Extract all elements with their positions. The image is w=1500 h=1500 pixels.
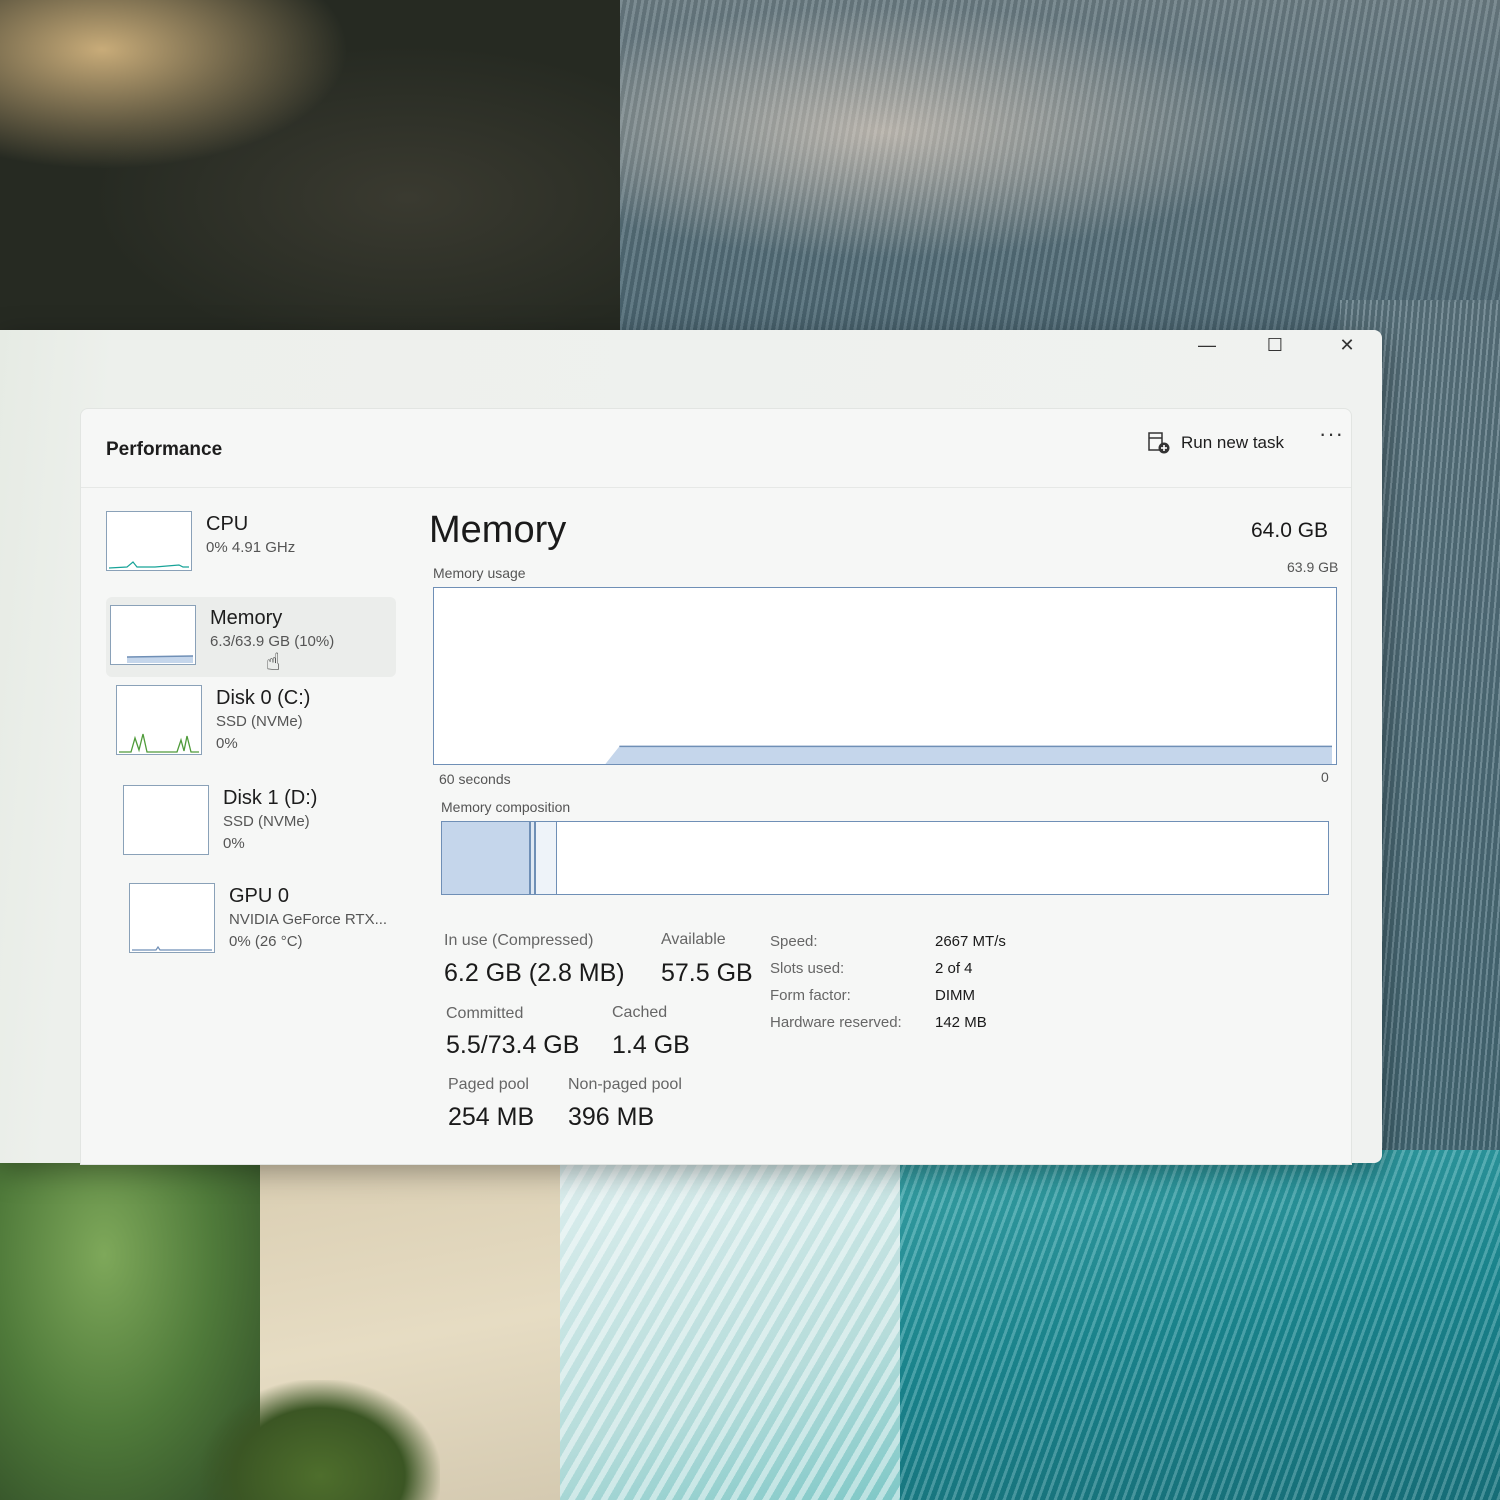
wallpaper-plant [200, 1380, 440, 1500]
form-factor-value: DIMM [935, 987, 975, 1004]
slots-used-value: 2 of 4 [935, 960, 973, 977]
available-value: 57.5 GB [661, 959, 753, 987]
sidebar-item-title: Memory [210, 607, 283, 629]
sidebar-item-sub: SSD (NVMe) [223, 813, 310, 830]
graph-axis-right: 0 [1321, 769, 1329, 785]
sidebar-item-gpu-0[interactable]: GPU 0 NVIDIA GeForce RTX... 0% (26 °C) [129, 883, 419, 975]
sidebar-item-cpu[interactable]: CPU 0% 4.91 GHz [106, 511, 396, 593]
hardware-reserved-value: 142 MB [935, 1014, 987, 1031]
speed-label: Speed: [770, 933, 818, 950]
form-factor-label: Form factor: [770, 987, 851, 1004]
sidebar-item-sub: SSD (NVMe) [216, 713, 303, 730]
graph-axis-left: 60 seconds [439, 771, 511, 787]
wallpaper-cliff [0, 0, 680, 330]
memory-total: 64.0 GB [1251, 519, 1329, 542]
header-divider [81, 487, 1351, 488]
disk-1-thumbnail [123, 785, 209, 855]
memory-heading: Memory [429, 509, 567, 551]
more-options-button[interactable]: ··· [1319, 421, 1344, 447]
memory-composition-bar [441, 821, 1329, 895]
memory-usage-max: 63.9 GB [1287, 559, 1339, 575]
sidebar-item-sub: 0% [223, 835, 245, 852]
non-paged-pool-value: 396 MB [568, 1103, 655, 1131]
committed-label: Committed [446, 1005, 524, 1022]
committed-value: 5.5/73.4 GB [446, 1031, 580, 1059]
sidebar-item-title: Disk 0 (C:) [216, 687, 311, 709]
cpu-thumbnail [106, 511, 192, 571]
task-manager-window: — ☐ ✕ Performance Run new task ··· CPU 0… [0, 330, 1382, 1165]
composition-standby [536, 822, 557, 894]
wallpaper-sea [900, 1150, 1500, 1500]
sidebar-item-memory[interactable]: Memory 6.3/63.9 GB (10%) [106, 597, 396, 677]
usage-area [605, 746, 1332, 764]
run-task-icon [1148, 432, 1170, 454]
memory-usage-graph [433, 587, 1337, 765]
in-use-value: 6.2 GB (2.8 MB) [444, 959, 625, 987]
run-new-task-button[interactable]: Run new task [1139, 425, 1292, 461]
available-label: Available [661, 931, 726, 948]
slots-used-label: Slots used: [770, 960, 845, 977]
close-button[interactable]: ✕ [1312, 330, 1382, 360]
sidebar-item-title: GPU 0 [229, 885, 290, 907]
speed-value: 2667 MT/s [935, 933, 1006, 950]
gpu-0-thumbnail [129, 883, 215, 953]
memory-composition-label: Memory composition [441, 799, 571, 815]
sidebar-item-title: Disk 1 (D:) [223, 787, 318, 809]
wallpaper-ocean [620, 0, 1500, 330]
paged-pool-value: 254 MB [448, 1103, 535, 1131]
cached-label: Cached [612, 1004, 668, 1021]
paged-pool-label: Paged pool [448, 1076, 529, 1093]
performance-panel: Performance Run new task ··· CPU 0% 4.91… [80, 408, 1352, 1165]
sidebar-item-disk-1[interactable]: Disk 1 (D:) SSD (NVMe) 0% [123, 785, 413, 877]
hardware-reserved-label: Hardware reserved: [770, 1014, 902, 1031]
sidebar-item-sub: 0% [216, 735, 238, 752]
in-use-label: In use (Compressed) [444, 932, 594, 949]
memory-usage-label: Memory usage [433, 565, 526, 581]
sidebar-item-sub: 0% 4.91 GHz [206, 539, 296, 556]
run-new-task-label: Run new task [1181, 433, 1284, 452]
disk-0-thumbnail [116, 685, 202, 755]
minimize-button[interactable]: — [1172, 330, 1242, 360]
sidebar-item-sub: 0% (26 °C) [229, 933, 303, 950]
non-paged-pool-label: Non-paged pool [568, 1076, 682, 1093]
sidebar-item-sub: NVIDIA GeForce RTX... [229, 911, 388, 928]
memory-thumbnail [110, 605, 196, 665]
hand-cursor-icon: ☝ [266, 649, 281, 676]
composition-in-use [442, 822, 531, 894]
usage-graph-svg [605, 745, 1332, 764]
maximize-button[interactable]: ☐ [1240, 330, 1310, 360]
page-title: Performance [106, 439, 223, 460]
sidebar-item-disk-0[interactable]: Disk 0 (C:) SSD (NVMe) 0% [116, 685, 406, 777]
sidebar-item-title: CPU [206, 513, 249, 535]
cached-value: 1.4 GB [612, 1031, 690, 1059]
